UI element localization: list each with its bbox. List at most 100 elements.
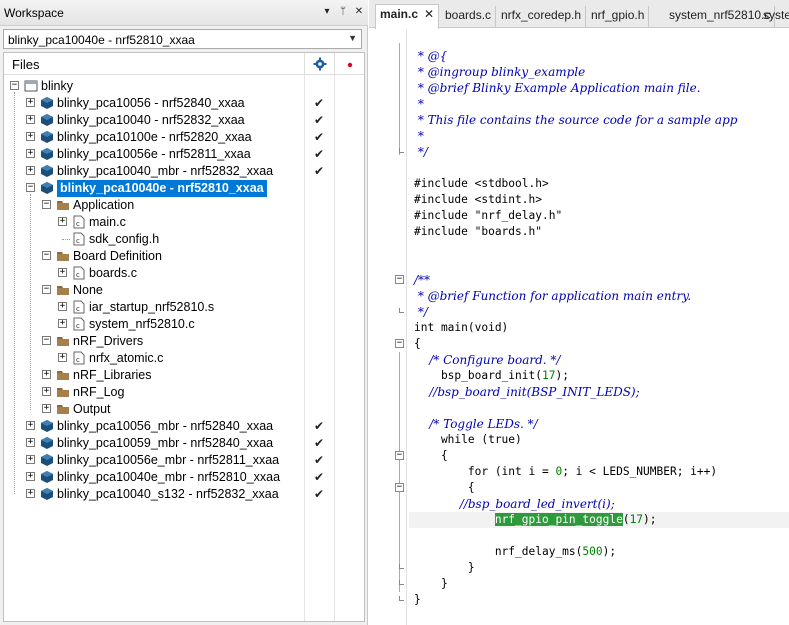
tree-row-folder[interactable]: + nRF_Log [4, 384, 364, 401]
files-tree: Files − blinky + blinky_pca10056 - nrf52840 [3, 52, 365, 622]
collapse-icon[interactable]: − [42, 285, 51, 294]
code-line: #include "boards.h" [414, 225, 542, 238]
collapse-icon[interactable]: − [10, 81, 19, 90]
expand-icon[interactable]: + [26, 455, 35, 464]
build-check-icon: ✔ [314, 181, 325, 195]
c-file-icon: c [72, 300, 86, 314]
tree-row-project[interactable]: + blinky_pca10056_mbr - nrf52840_xxaa ✔ [4, 418, 364, 435]
code-line: int main(void) [414, 321, 509, 334]
expand-icon[interactable]: + [26, 489, 35, 498]
close-icon[interactable]: ✕ [352, 5, 366, 19]
tab-syste[interactable]: syste [759, 6, 789, 28]
fold-collapse-icon[interactable]: − [395, 339, 404, 348]
tree-row-project[interactable]: + blinky_pca10056 - nrf52840_xxaa ✔ [4, 95, 364, 112]
workspace-icon [24, 79, 38, 93]
code-line: * This file contains the source code for… [414, 113, 738, 127]
svg-text:c: c [76, 356, 80, 364]
chevron-down-icon[interactable]: ▼ [348, 33, 357, 43]
tab-boards-c[interactable]: boards.c [441, 6, 497, 28]
fold-collapse-icon[interactable]: − [395, 451, 404, 460]
tree-row-file[interactable]: + c system_nrf52810.c [4, 316, 364, 333]
tree-row-project[interactable]: − blinky_pca10040e - nrf52810_xxaa ✔ [4, 180, 364, 197]
tree-label: nRF_Log [73, 385, 125, 399]
tree-row-workspace[interactable]: − blinky [4, 78, 364, 95]
configuration-select[interactable]: blinky_pca10040e - nrf52810_xxaa ▼ [3, 29, 362, 49]
expand-icon[interactable]: + [58, 319, 67, 328]
svg-text:c: c [76, 237, 80, 245]
breakpoint-column-header[interactable] [334, 53, 364, 75]
fold-collapse-icon[interactable]: − [395, 483, 404, 492]
tree-row-folder[interactable]: − None [4, 282, 364, 299]
tree-connector [62, 239, 70, 240]
collapse-icon[interactable]: − [42, 251, 51, 260]
tree-row-project[interactable]: + blinky_pca10040 - nrf52832_xxaa ✔ [4, 112, 364, 129]
tree-row-folder[interactable]: − Board Definition [4, 248, 364, 265]
collapse-icon[interactable]: − [26, 183, 35, 192]
tree-row-project[interactable]: + blinky_pca10056e - nrf52811_xxaa ✔ [4, 146, 364, 163]
fold-collapse-icon[interactable]: − [395, 275, 404, 284]
tab-nrfx-coredep-h[interactable]: nrfx_coredep.h [497, 6, 587, 28]
expand-icon[interactable]: + [58, 217, 67, 226]
fold-guide [399, 352, 400, 592]
expand-icon[interactable]: + [42, 387, 51, 396]
expand-icon[interactable]: + [42, 370, 51, 379]
tree-row-file[interactable]: + c boards.c [4, 265, 364, 282]
tree-row-project[interactable]: + blinky_pca10040_mbr - nrf52832_xxaa ✔ [4, 163, 364, 180]
tab-label: syste [763, 8, 789, 22]
collapse-icon[interactable]: − [42, 200, 51, 209]
tab-nrf-gpio-h[interactable]: nrf_gpio.h [587, 6, 650, 28]
tree-row-folder[interactable]: + Output [4, 401, 364, 418]
expand-icon[interactable]: + [58, 353, 67, 362]
code-line: { [414, 337, 421, 350]
expand-icon[interactable]: + [26, 421, 35, 430]
tree-row-project[interactable]: + blinky_pca10056e_mbr - nrf52811_xxaa ✔ [4, 452, 364, 469]
project-cube-icon [40, 164, 54, 178]
expand-icon[interactable]: + [26, 472, 35, 481]
tree-row-folder[interactable]: + nRF_Libraries [4, 367, 364, 384]
tree-label: blinky_pca10040_mbr - nrf52832_xxaa [57, 164, 274, 178]
expand-icon[interactable]: + [26, 149, 35, 158]
expand-icon[interactable]: + [26, 98, 35, 107]
tree-label: Output [73, 402, 111, 416]
fold-end-marker [399, 564, 404, 569]
project-cube-icon-svg [41, 131, 53, 143]
collapse-icon[interactable]: − [42, 336, 51, 345]
tree-row-project[interactable]: + blinky_pca10059_mbr - nrf52840_xxaa ✔ [4, 435, 364, 452]
expand-icon[interactable]: + [26, 115, 35, 124]
code-token: for (int i = [414, 465, 556, 478]
tree-label: blinky [41, 79, 73, 93]
code-line: /* Toggle LEDs. */ [414, 417, 538, 431]
code-area[interactable]: * @{ * @ingroup blinky_example * @brief … [409, 29, 789, 625]
tree-row-file[interactable]: + c iar_startup_nrf52810.s [4, 299, 364, 316]
build-column-header[interactable] [304, 53, 334, 75]
tree-row-project[interactable]: + blinky_pca10040_s132 - nrf52832_xxaa ✔ [4, 486, 364, 503]
code-line: * @{ [414, 49, 448, 63]
tree-row-file[interactable]: + c main.c [4, 214, 364, 231]
tree-row-folder[interactable]: − Application [4, 197, 364, 214]
number-literal: 500 [582, 545, 603, 558]
project-cube-icon-svg [41, 114, 53, 126]
expand-icon[interactable]: + [58, 302, 67, 311]
expand-icon[interactable]: + [26, 166, 35, 175]
expand-icon[interactable]: + [26, 132, 35, 141]
tab-main-c[interactable]: main.c ✕ [375, 4, 440, 29]
build-check-icon: ✔ [314, 436, 325, 450]
tree-label: Board Definition [73, 249, 162, 263]
project-cube-icon [40, 453, 54, 467]
dropdown-menu-icon[interactable]: ▾ [320, 5, 334, 19]
c-file-icon-svg: c [73, 317, 85, 331]
code-token: bsp_board_init( [414, 369, 542, 382]
pin-icon[interactable]: ᛘ [336, 5, 350, 19]
tree-row-file[interactable]: + c nrfx_atomic.c [4, 350, 364, 367]
expand-icon[interactable]: + [58, 268, 67, 277]
tree-row-project[interactable]: + blinky_pca10040e_mbr - nrf52810_xxaa ✔ [4, 469, 364, 486]
code-line: //bsp_board_led_invert(i); [414, 497, 615, 511]
tree-label: None [73, 283, 103, 297]
c-file-icon: c [72, 266, 86, 280]
tree-row-project[interactable]: + blinky_pca10100e - nrf52820_xxaa ✔ [4, 129, 364, 146]
tree-row-folder[interactable]: − nRF_Drivers [4, 333, 364, 350]
tree-row-file[interactable]: c sdk_config.h [4, 231, 364, 248]
expand-icon[interactable]: + [42, 404, 51, 413]
expand-icon[interactable]: + [26, 438, 35, 447]
tab-close-icon[interactable]: ✕ [424, 7, 434, 21]
